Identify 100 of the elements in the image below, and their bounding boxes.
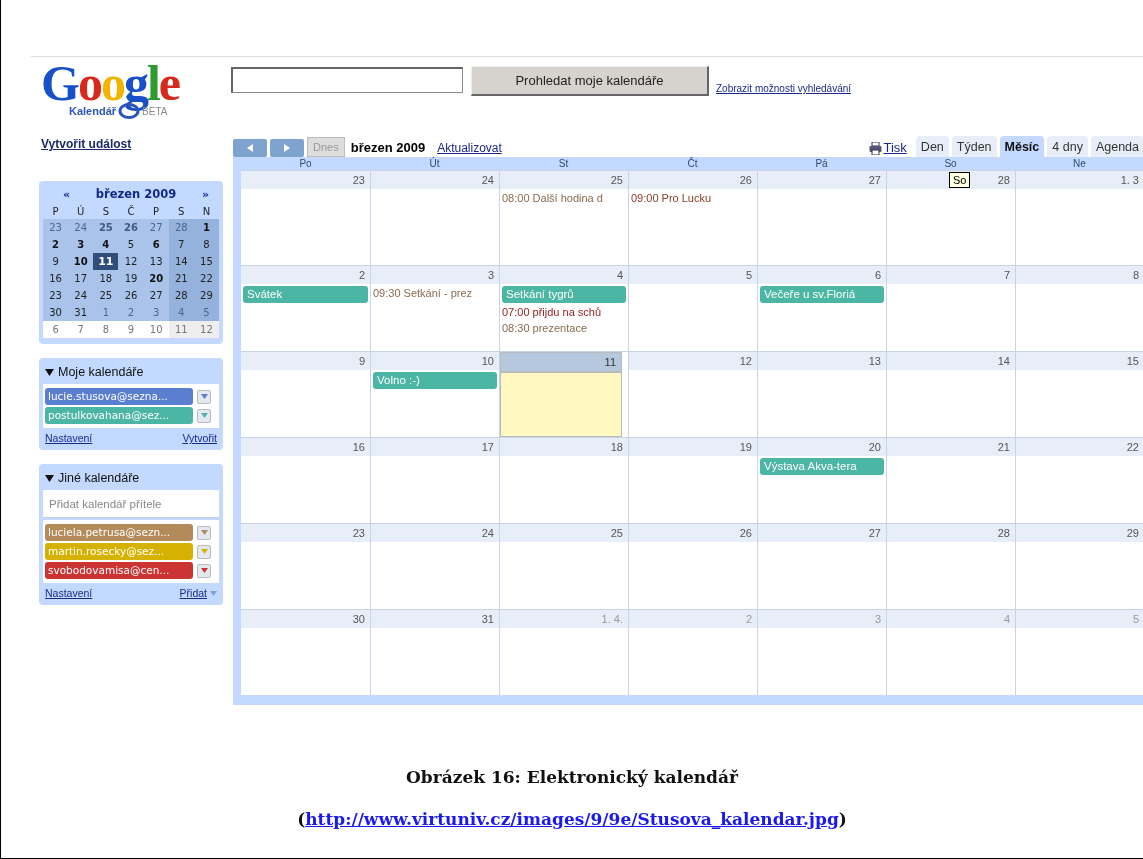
- mini-calendar-day[interactable]: 2: [43, 236, 69, 253]
- mini-calendar-day[interactable]: 5: [118, 236, 144, 253]
- calendar-menu-button[interactable]: [197, 408, 211, 423]
- next-month-button[interactable]: »: [201, 187, 209, 201]
- mini-calendar-day[interactable]: 25: [93, 219, 119, 236]
- mini-calendar-day[interactable]: 21: [168, 270, 194, 287]
- mini-calendar-day[interactable]: 26: [118, 219, 144, 236]
- mini-calendar-day[interactable]: 31: [68, 304, 94, 321]
- date-number[interactable]: 7: [887, 266, 1015, 284]
- mini-calendar-day[interactable]: 20: [143, 270, 169, 287]
- mini-calendar-day[interactable]: 11: [93, 253, 119, 270]
- date-number[interactable]: 18: [500, 438, 628, 456]
- mini-calendar-day[interactable]: 10: [68, 253, 94, 270]
- event-entry[interactable]: 07:00 přijdu na schů: [500, 304, 628, 320]
- event-entry[interactable]: 08:00 Další hodina d: [500, 190, 628, 206]
- settings-link[interactable]: Nastavení: [45, 587, 93, 599]
- event-entry[interactable]: 08:30 prezentace: [500, 320, 628, 336]
- print-link[interactable]: Tisk: [883, 140, 907, 155]
- date-number[interactable]: 20: [758, 438, 886, 456]
- create-event-link[interactable]: Vytvořit událost: [41, 137, 231, 151]
- add-calendar-field[interactable]: Přidat kalendář přítele: [43, 490, 219, 518]
- mini-calendar-day[interactable]: 25: [93, 287, 119, 304]
- mini-calendar-day[interactable]: 12: [118, 253, 144, 270]
- calendar-menu-button[interactable]: [197, 525, 211, 540]
- mini-calendar-day[interactable]: 23: [43, 287, 69, 304]
- view-tab[interactable]: Týden: [951, 136, 997, 157]
- date-number[interactable]: 3: [371, 266, 499, 284]
- date-number[interactable]: 1. 3: [1016, 171, 1143, 189]
- date-number[interactable]: 26: [629, 171, 757, 189]
- date-number[interactable]: 2: [241, 266, 370, 284]
- mini-calendar-day[interactable]: 29: [193, 287, 219, 304]
- mini-calendar-day[interactable]: 6: [43, 321, 69, 338]
- mini-calendar-day[interactable]: 8: [93, 321, 119, 338]
- date-number[interactable]: 31: [371, 610, 499, 628]
- date-number[interactable]: 9: [241, 352, 370, 370]
- view-tab[interactable]: Agenda: [1090, 136, 1143, 157]
- mini-calendar-day[interactable]: 7: [68, 321, 94, 338]
- event-entry[interactable]: 09:30 Setkání - prez: [371, 285, 499, 301]
- mini-calendar-day[interactable]: 7: [168, 236, 194, 253]
- mini-calendar-day[interactable]: 19: [118, 270, 144, 287]
- date-number[interactable]: 21: [887, 438, 1015, 456]
- search-field[interactable]: [231, 67, 463, 93]
- mini-calendar-day[interactable]: 30: [43, 304, 69, 321]
- mini-calendar-day[interactable]: 15: [193, 253, 219, 270]
- mini-calendar-day[interactable]: 4: [93, 236, 119, 253]
- mini-calendar-day[interactable]: 11: [168, 321, 194, 338]
- collapse-triangle-icon[interactable]: [45, 368, 54, 376]
- date-number[interactable]: 29: [1016, 524, 1143, 542]
- date-number[interactable]: 23: [241, 524, 370, 542]
- mini-calendar-day[interactable]: 9: [118, 321, 144, 338]
- previous-button[interactable]: [233, 139, 267, 157]
- date-number[interactable]: 28: [887, 524, 1015, 542]
- date-number[interactable]: 5: [629, 266, 757, 284]
- collapse-triangle-icon[interactable]: [45, 474, 54, 482]
- previous-month-button[interactable]: «: [63, 187, 71, 201]
- date-number[interactable]: 27: [758, 171, 886, 189]
- date-number[interactable]: 23: [241, 171, 370, 189]
- mini-calendar-day[interactable]: 6: [143, 236, 169, 253]
- search-options-link[interactable]: Zobrazit možnosti vyhledávání: [716, 83, 852, 94]
- view-tab[interactable]: Den: [915, 136, 949, 157]
- date-number[interactable]: 4: [500, 266, 628, 284]
- mini-calendar-day[interactable]: 22: [193, 270, 219, 287]
- search-button[interactable]: Prohledat moje kalendáře: [471, 66, 709, 96]
- next-button[interactable]: [270, 139, 304, 157]
- date-number[interactable]: 12: [629, 352, 757, 370]
- mini-calendar-day[interactable]: 14: [168, 253, 194, 270]
- mini-calendar-day[interactable]: 16: [43, 270, 69, 287]
- mini-calendar-day[interactable]: 17: [68, 270, 94, 287]
- mini-calendar-day[interactable]: 24: [68, 287, 94, 304]
- calendar-section-toggle[interactable]: Moje kalendáře: [58, 365, 144, 379]
- date-number[interactable]: 25: [500, 171, 628, 189]
- mini-calendar-day[interactable]: 18: [93, 270, 119, 287]
- date-number[interactable]: 15: [1016, 352, 1143, 370]
- date-number[interactable]: 16: [241, 438, 370, 456]
- mini-calendar-day[interactable]: 27: [143, 287, 169, 304]
- view-tab[interactable]: 4 dny: [1047, 136, 1088, 157]
- calendar-name[interactable]: lucie.stusova@sezna...: [45, 388, 193, 405]
- date-number[interactable]: 24: [371, 171, 499, 189]
- date-number[interactable]: 11: [500, 352, 622, 372]
- calendar-menu-button[interactable]: [197, 389, 211, 404]
- date-number[interactable]: 19: [629, 438, 757, 456]
- date-number[interactable]: 6: [758, 266, 886, 284]
- calendar-menu-button[interactable]: [197, 563, 211, 578]
- mini-calendar-day[interactable]: 10: [143, 321, 169, 338]
- mini-calendar-day[interactable]: 12: [193, 321, 219, 338]
- mini-calendar-day[interactable]: 28: [168, 287, 194, 304]
- event-entry[interactable]: 09:00 Pro Lucku: [629, 190, 757, 206]
- date-number[interactable]: 13: [758, 352, 886, 370]
- calendar-section-toggle[interactable]: Jiné kalendáře: [58, 471, 140, 485]
- date-number[interactable]: 24: [371, 524, 499, 542]
- date-number[interactable]: 22: [1016, 438, 1143, 456]
- mini-calendar-day[interactable]: 9: [43, 253, 69, 270]
- settings-link[interactable]: Nastavení: [45, 432, 93, 444]
- create-calendar-link[interactable]: Vytvořit: [182, 432, 217, 444]
- source-link[interactable]: http://www.virtuniv.cz/images/9/9e/Stusova_kalendar.jpg: [305, 809, 839, 829]
- date-number[interactable]: 14: [887, 352, 1015, 370]
- view-tab[interactable]: Měsíc: [999, 136, 1045, 157]
- refresh-link[interactable]: Aktualizovat: [437, 141, 502, 155]
- mini-calendar-day[interactable]: 1: [193, 219, 219, 236]
- date-number[interactable]: 25: [500, 524, 628, 542]
